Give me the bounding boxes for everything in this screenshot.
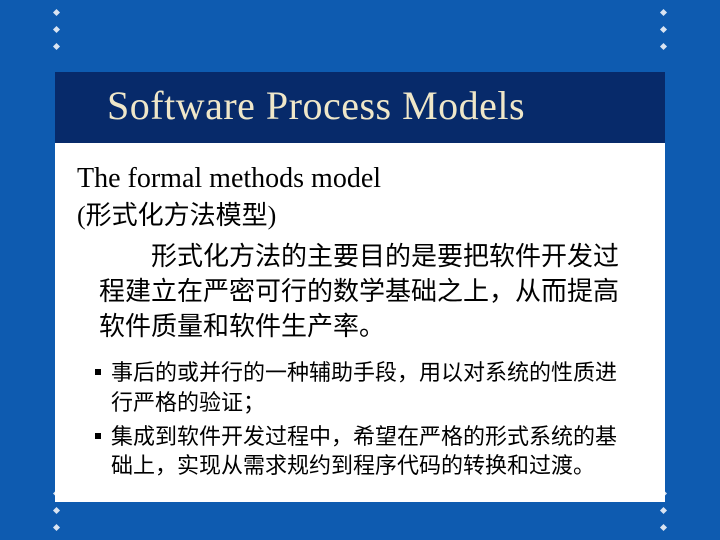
subheading-chinese: (形式化方法模型) — [77, 198, 637, 233]
subheading-english: The formal methods model — [77, 161, 637, 196]
bullet-icon — [95, 369, 101, 375]
list-item-text: 事后的或并行的一种辅助手段，用以对系统的性质进行严格的验证； — [111, 358, 637, 417]
slide: Software Process Models The formal metho… — [55, 72, 665, 495]
corner-ornament-tr — [661, 10, 666, 49]
list-item-text: 集成到软件开发过程中，希望在严格的形式系统的基础上，实现从需求规约到程序代码的转… — [111, 422, 637, 481]
bullet-list: 事后的或并行的一种辅助手段，用以对系统的性质进行严格的验证； 集成到软件开发过程… — [77, 358, 637, 481]
slide-body: The formal methods model (形式化方法模型) 形式化方法… — [55, 143, 665, 502]
slide-title: Software Process Models — [55, 72, 665, 143]
list-item: 事后的或并行的一种辅助手段，用以对系统的性质进行严格的验证； — [95, 358, 637, 417]
bullet-icon — [95, 433, 101, 439]
list-item: 集成到软件开发过程中，希望在严格的形式系统的基础上，实现从需求规约到程序代码的转… — [95, 422, 637, 481]
body-paragraph: 形式化方法的主要目的是要把软件开发过程建立在严密可行的数学基础之上，从而提高软件… — [77, 239, 637, 344]
corner-ornament-tl — [54, 10, 59, 49]
